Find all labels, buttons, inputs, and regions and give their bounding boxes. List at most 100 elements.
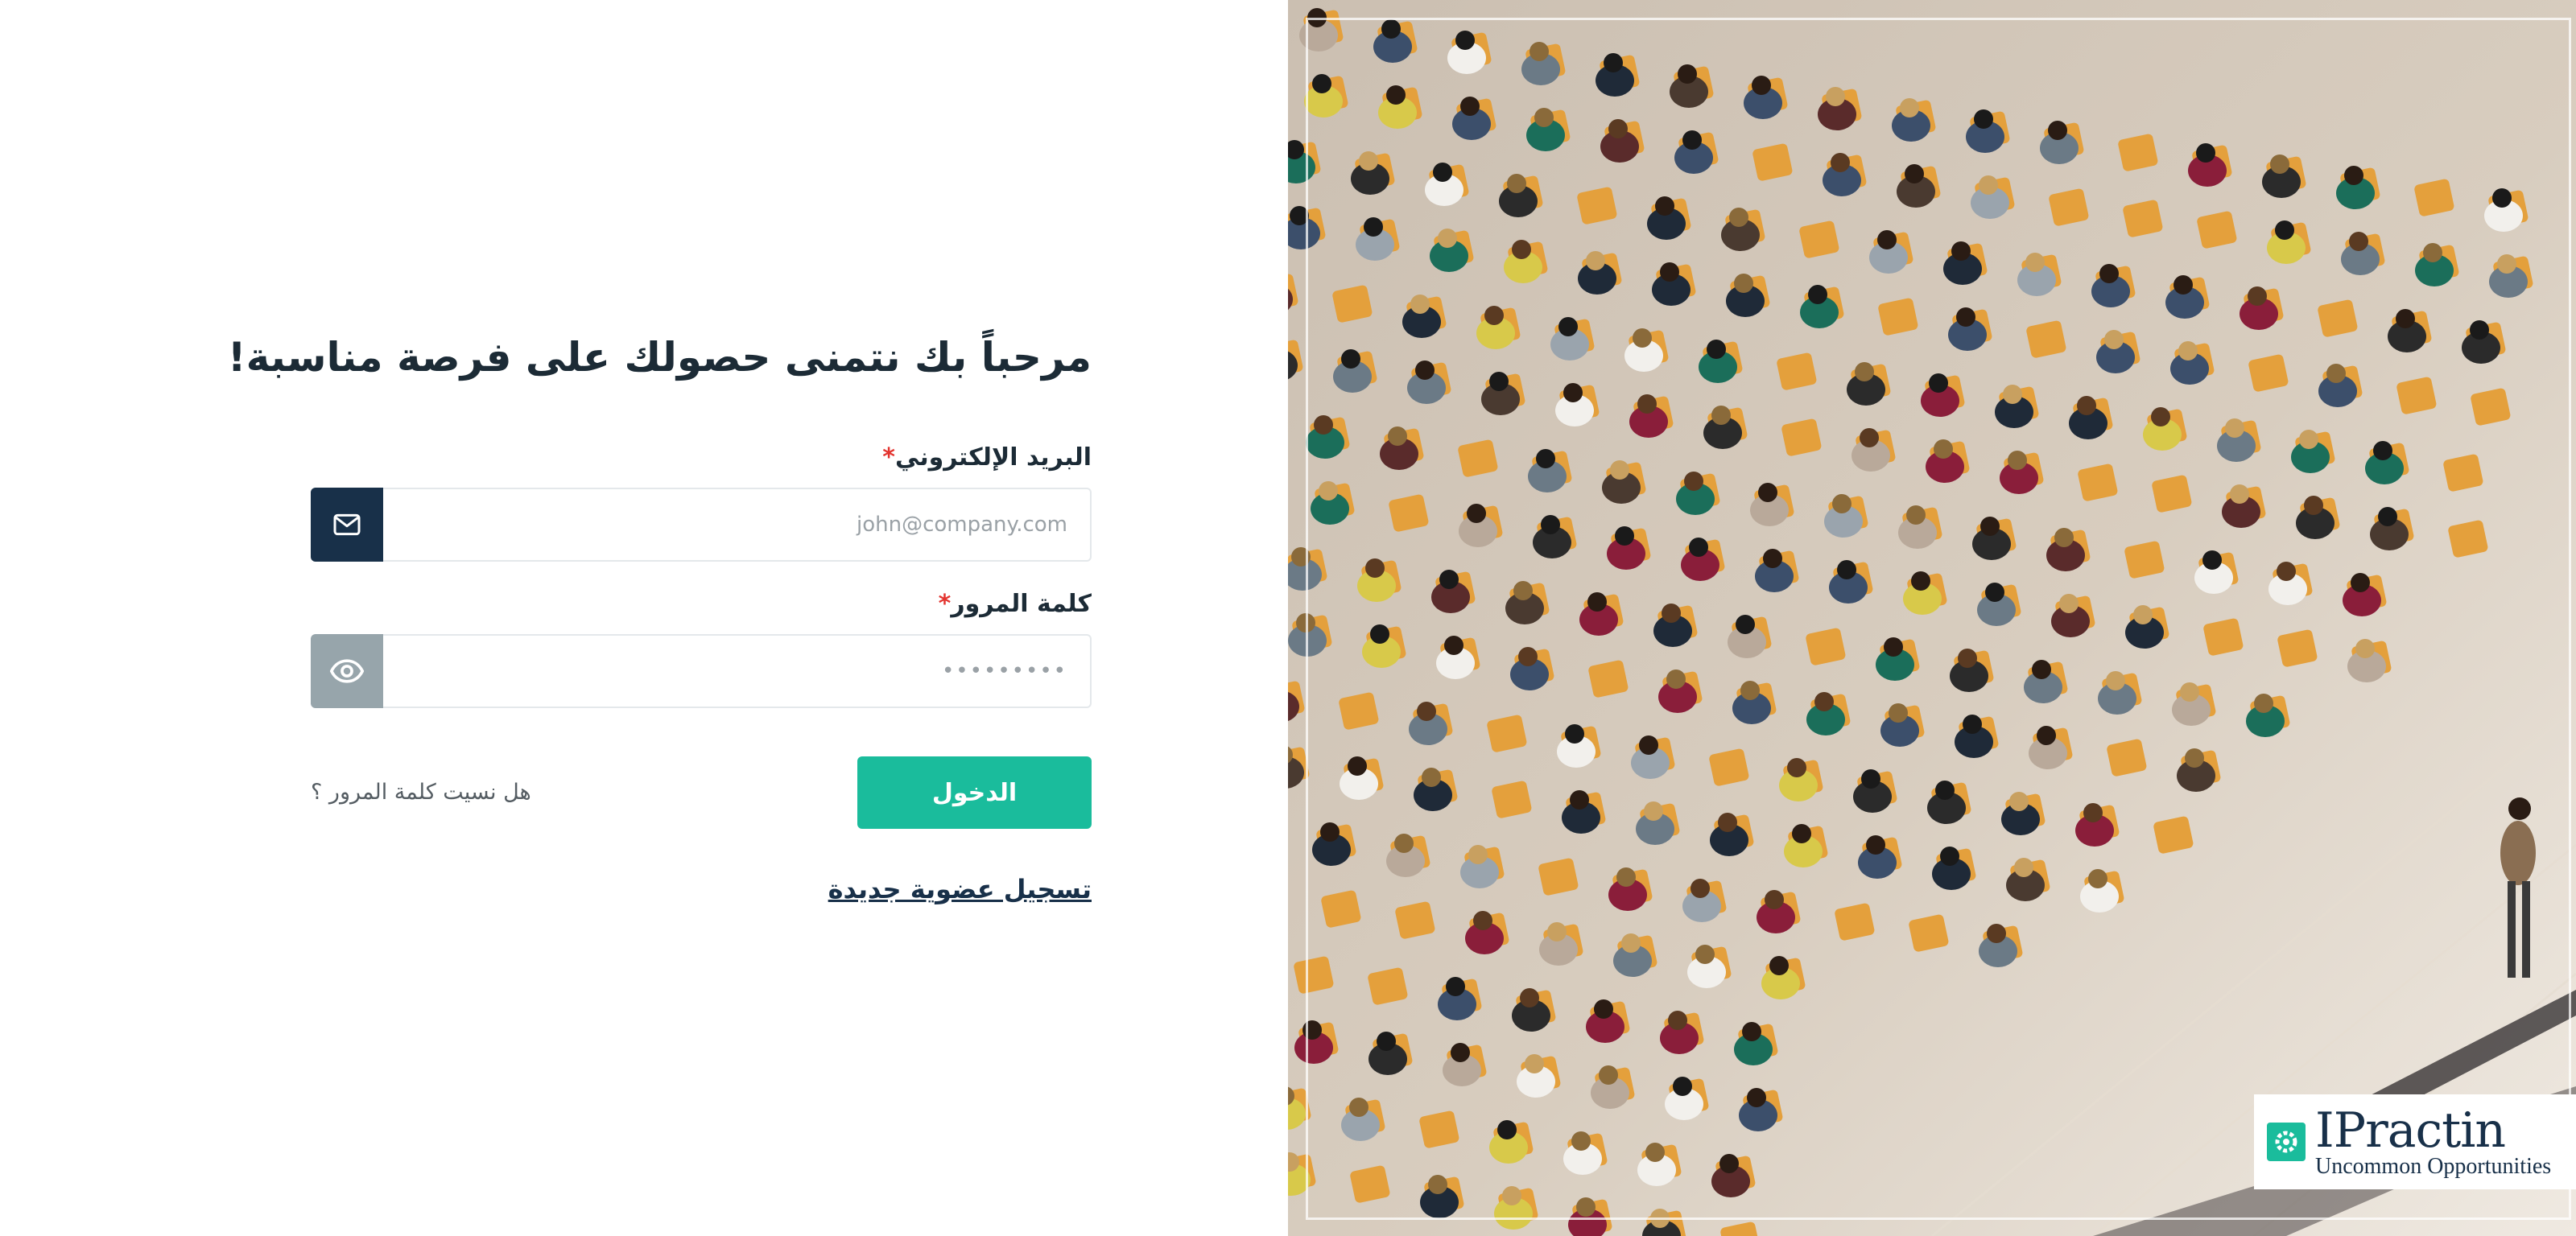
person-head: [1460, 97, 1480, 116]
person-head: [1365, 558, 1385, 578]
person-head: [2174, 275, 2193, 295]
person-head: [1502, 1186, 1521, 1205]
person-head: [1987, 924, 2006, 943]
person-head: [1707, 340, 1726, 359]
person-head: [2349, 232, 2368, 251]
person-head: [1719, 1154, 1739, 1173]
presenter: [2500, 821, 2536, 885]
logo: IPractin Uncommon Opportunities: [2254, 1094, 2576, 1189]
person-head: [1650, 1209, 1670, 1228]
person-head: [2492, 188, 2512, 208]
person-head: [2099, 264, 2119, 283]
person-head: [2003, 385, 2022, 404]
person-head: [1381, 19, 1401, 39]
person-head: [1520, 988, 1539, 1007]
person-head: [1296, 613, 1315, 632]
person-head: [1349, 1098, 1368, 1117]
person-head: [1765, 890, 1784, 909]
person-head: [2088, 869, 2107, 888]
person-head: [2106, 671, 2125, 690]
person-head: [1576, 1197, 1596, 1217]
person-head: [1484, 306, 1504, 325]
password-label-text: كلمة المرور: [951, 590, 1092, 618]
person-head: [1615, 526, 1634, 546]
person-head: [1302, 1020, 1322, 1040]
person-head: [1417, 702, 1436, 721]
person-head: [1394, 834, 1414, 853]
login-page: مرحباً بك نتمنى حصولك على فرصة مناسبة! ا…: [0, 0, 2576, 1236]
person-head: [1534, 108, 1554, 127]
person-head: [1571, 1131, 1591, 1151]
person-head: [2037, 726, 2056, 745]
person-head: [1608, 119, 1628, 138]
person-head: [1604, 53, 1623, 72]
person-head: [1877, 230, 1897, 249]
person-head: [1979, 175, 1998, 195]
eye-icon[interactable]: [311, 634, 383, 708]
person-head: [1678, 64, 1697, 84]
person-head: [1900, 98, 1919, 117]
presenter: [2522, 881, 2530, 978]
person-head: [1837, 560, 1856, 579]
person-head: [1410, 295, 1430, 314]
person-head: [1980, 517, 2000, 536]
person-head: [2133, 605, 2153, 624]
person-head: [1451, 1043, 1470, 1062]
person-head: [1530, 42, 1549, 61]
presenter: [2508, 797, 2531, 820]
person-head: [2178, 341, 2198, 360]
person-head: [1906, 505, 1926, 525]
person-head: [1958, 649, 1977, 668]
person-head: [1787, 758, 1806, 777]
person-head: [1860, 428, 1879, 447]
person-head: [1370, 624, 1389, 644]
person-head: [1637, 394, 1657, 414]
person-head: [2275, 220, 2294, 240]
required-asterisk: *: [882, 443, 895, 472]
person-head: [1513, 581, 1533, 600]
person-head: [1808, 285, 1827, 304]
person-head: [1444, 636, 1463, 655]
logo-brand: IPractin: [2315, 1102, 2506, 1159]
person-head: [1455, 31, 1475, 50]
person-head: [1985, 583, 2004, 602]
person-head: [1291, 547, 1311, 566]
email-field[interactable]: [383, 488, 1092, 562]
person-head: [1662, 604, 1681, 623]
person-head: [1473, 911, 1492, 930]
person-head: [1826, 87, 1845, 106]
person-head: [2277, 562, 2296, 581]
person-head: [2373, 441, 2392, 460]
person-head: [2378, 507, 2397, 526]
forgot-password-link[interactable]: هل نسيت كلمة المرور ؟: [311, 772, 633, 813]
person-head: [1633, 328, 1652, 348]
person-head: [1666, 670, 1686, 689]
person-head: [2059, 594, 2079, 613]
person-head: [1963, 715, 1982, 734]
person-head: [1974, 109, 1993, 129]
person-head: [1320, 822, 1340, 842]
person-head: [2054, 528, 2074, 547]
presenter: [2508, 881, 2516, 978]
person-head: [2151, 407, 2170, 426]
person-head: [1711, 406, 1731, 425]
person-head: [1814, 692, 1834, 711]
person-head: [1468, 845, 1488, 864]
person-head: [1905, 164, 1924, 183]
person-head: [1861, 769, 1880, 789]
person-head: [2497, 254, 2516, 274]
person-head: [1740, 681, 1760, 700]
password-field[interactable]: [383, 634, 1092, 708]
person-head: [1438, 229, 1457, 248]
person-head: [1792, 824, 1811, 843]
person-head: [1489, 372, 1509, 391]
person-head: [2326, 364, 2346, 383]
person-head: [1855, 362, 1874, 381]
person-head: [1742, 1022, 1761, 1041]
person-head: [1769, 956, 1789, 975]
login-button[interactable]: الدخول: [857, 756, 1092, 829]
person-head: [2355, 639, 2375, 658]
person-head: [1536, 449, 1555, 468]
register-link[interactable]: تسجيل عضوية جديدة: [770, 867, 1092, 911]
person-head: [1729, 208, 1748, 227]
